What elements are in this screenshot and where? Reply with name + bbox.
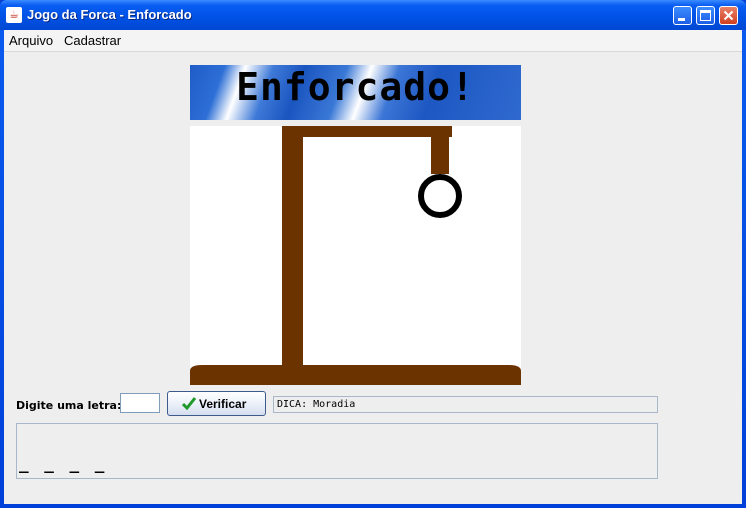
word-blanks: _ _ _ _ <box>19 454 108 473</box>
noose-icon <box>418 174 462 218</box>
gallows-base <box>190 365 521 385</box>
menu-arquivo[interactable]: Arquivo <box>9 33 53 48</box>
window-title: Jogo da Forca - Enforcado <box>27 7 192 22</box>
close-button[interactable] <box>719 6 738 25</box>
letter-input[interactable] <box>120 393 160 413</box>
window-content: Arquivo Cadastrar Enforcado! Digite uma … <box>4 30 742 504</box>
menu-cadastrar[interactable]: Cadastrar <box>64 33 121 48</box>
gallows-beam <box>282 126 452 137</box>
game-window: ☕ Jogo da Forca - Enforcado Arquivo Cada… <box>0 0 746 508</box>
word-display-area: _ _ _ _ <box>16 423 658 479</box>
letter-label: Digite uma letra: <box>16 399 122 412</box>
java-cup-icon: ☕ <box>6 7 22 23</box>
title-bar[interactable]: ☕ Jogo da Forca - Enforcado <box>0 0 746 30</box>
verify-button[interactable]: Verificar <box>167 391 266 416</box>
game-banner: Enforcado! <box>190 65 521 120</box>
gallows-drawing <box>190 126 521 385</box>
close-icon <box>723 10 734 21</box>
hint-field: DICA: Moradia <box>273 396 658 413</box>
maximize-button[interactable] <box>696 6 715 25</box>
banner-title: Enforcado! <box>236 65 475 109</box>
checkmark-icon <box>182 397 196 410</box>
minimize-icon <box>678 18 685 21</box>
menu-bar: Arquivo Cadastrar <box>4 30 742 52</box>
minimize-button[interactable] <box>673 6 692 25</box>
verify-label: Verificar <box>199 397 247 411</box>
maximize-icon <box>700 10 711 21</box>
gallows-pole <box>282 126 303 367</box>
gallows-rope <box>431 136 449 174</box>
